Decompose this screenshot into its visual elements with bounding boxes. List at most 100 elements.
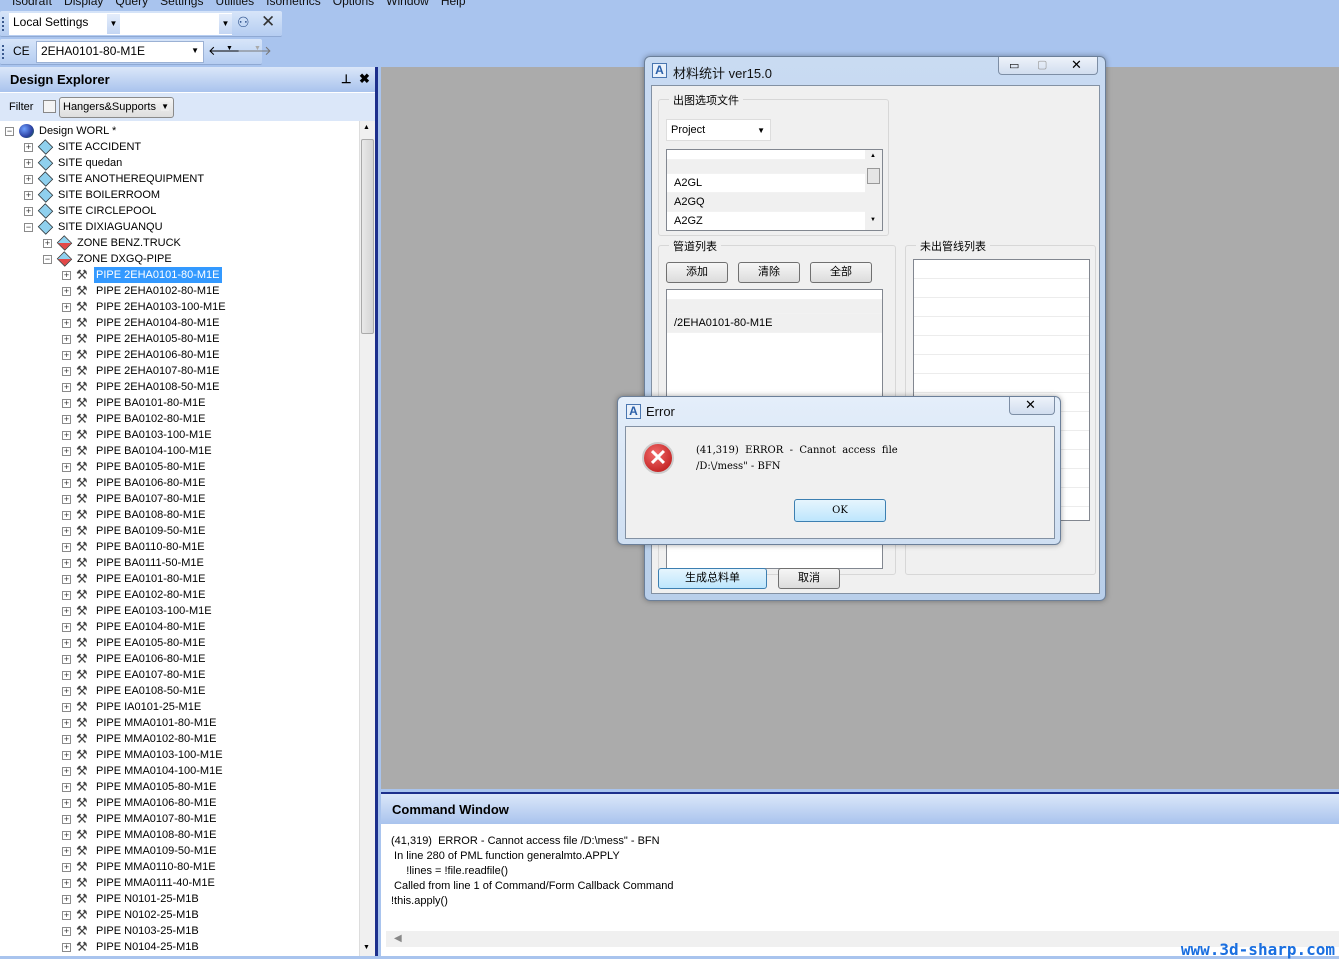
expand-icon[interactable]: + [62, 495, 71, 504]
add-button[interactable]: 添加 [666, 262, 728, 283]
tree-item-pipe[interactable]: + ⚒ PIPE BA0109-50-M1E [0, 523, 359, 539]
tree-item-pipe[interactable]: + ⚒ PIPE 2EHA0101-80-M1E [0, 267, 359, 283]
expand-icon[interactable]: + [62, 511, 71, 520]
settings-combo[interactable]: Local Settings [9, 13, 120, 35]
close-icon[interactable]: ✖ [359, 71, 370, 87]
tree-item-pipe[interactable]: + ⚒ PIPE EA0103-100-M1E [0, 603, 359, 619]
expand-icon[interactable]: + [62, 271, 71, 280]
tree-item-pipe[interactable]: + ⚒ PIPE EA0105-80-M1E [0, 635, 359, 651]
expand-icon[interactable]: + [62, 543, 71, 552]
generate-bom-button[interactable]: 生成总料单 [658, 568, 767, 589]
expand-icon[interactable]: + [24, 175, 33, 184]
search-combo[interactable] [120, 13, 232, 35]
expand-icon[interactable]: + [62, 943, 71, 952]
tree-item-pipe[interactable]: + ⚒ PIPE N0101-25-M1B [0, 891, 359, 907]
tree-item-site[interactable]: + SITE CIRCLEPOOL [0, 203, 359, 219]
tree-item-pipe[interactable]: + ⚒ PIPE 2EHA0106-80-M1E [0, 347, 359, 363]
scroll-thumb[interactable] [867, 168, 880, 184]
tree-item-pipe[interactable]: + ⚒ PIPE MMA0101-80-M1E [0, 715, 359, 731]
expand-icon[interactable]: + [62, 335, 71, 344]
scroll-down-icon[interactable]: ▼ [870, 217, 876, 223]
tree-item-pipe[interactable]: + ⚒ PIPE BA0104-100-M1E [0, 443, 359, 459]
all-button[interactable]: 全部 [810, 262, 872, 283]
tree-item-pipe[interactable]: + ⚒ PIPE 2EHA0103-100-M1E [0, 299, 359, 315]
scroll-left-icon[interactable]: ◀ [394, 933, 402, 944]
expand-icon[interactable]: + [62, 479, 71, 488]
tree-item-zone[interactable]: − ZONE DXGQ-PIPE [0, 251, 359, 267]
expand-icon[interactable]: + [62, 735, 71, 744]
menu-help[interactable]: Help [441, 0, 466, 8]
menu-display[interactable]: Display [64, 0, 103, 8]
menu-utilities[interactable]: Utilities [215, 0, 254, 8]
toolbar-grip[interactable] [2, 17, 4, 31]
scroll-thumb[interactable] [361, 139, 374, 334]
expand-icon[interactable]: + [62, 319, 71, 328]
back-dropdown-icon[interactable]: ▼ [226, 45, 233, 52]
tree-item-pipe[interactable]: + ⚒ PIPE N0104-25-M1B [0, 939, 359, 955]
expand-icon[interactable]: + [62, 447, 71, 456]
tree-item-pipe[interactable]: + ⚒ PIPE MMA0110-80-M1E [0, 859, 359, 875]
expand-icon[interactable]: + [62, 799, 71, 808]
expand-icon[interactable]: + [62, 607, 71, 616]
tree-item-pipe[interactable]: + ⚒ PIPE BA0103-100-M1E [0, 427, 359, 443]
expand-icon[interactable]: + [62, 655, 71, 664]
tree-item-pipe[interactable]: + ⚒ PIPE IA0101-25-M1E [0, 699, 359, 715]
expand-icon[interactable]: + [62, 575, 71, 584]
tree-item-pipe[interactable]: + ⚒ PIPE MMA0102-80-M1E [0, 731, 359, 747]
cancel-button[interactable]: 取消 [778, 568, 840, 589]
expand-icon[interactable]: + [43, 239, 52, 248]
tree-item-site[interactable]: − SITE DIXIAGUANQU [0, 219, 359, 235]
tree-item-pipe[interactable]: + ⚒ PIPE EA0104-80-M1E [0, 619, 359, 635]
expand-icon[interactable]: + [62, 591, 71, 600]
expand-icon[interactable]: + [62, 559, 71, 568]
expand-icon[interactable]: + [62, 815, 71, 824]
list-item-blank[interactable] [667, 160, 882, 174]
expand-icon[interactable]: + [62, 847, 71, 856]
expand-icon[interactable]: + [24, 191, 33, 200]
close-icon[interactable]: ✕ [1025, 397, 1036, 413]
tree-item-pipe[interactable]: + ⚒ PIPE EA0108-50-M1E [0, 683, 359, 699]
list-item[interactable]: A2GL [667, 174, 882, 193]
tree-item-pipe[interactable]: + ⚒ PIPE BA0101-80-M1E [0, 395, 359, 411]
menu-isodraft[interactable]: Isodraft [12, 0, 52, 8]
menu-query[interactable]: Query [115, 0, 148, 8]
expand-icon[interactable]: + [62, 911, 71, 920]
expand-icon[interactable]: + [62, 879, 71, 888]
expand-icon[interactable]: + [62, 623, 71, 632]
tree-item-site[interactable]: + SITE quedan [0, 155, 359, 171]
tree-item-pipe[interactable]: + ⚒ PIPE EA0102-80-M1E [0, 587, 359, 603]
expand-icon[interactable]: + [62, 687, 71, 696]
ce-combo[interactable]: 2EHA0101-80-M1E ▼ [36, 41, 204, 63]
ok-button[interactable]: OK [794, 499, 886, 522]
filter-dropdown[interactable]: Hangers&Supports ▼ [59, 97, 174, 118]
close-icon[interactable]: ✕ [1071, 57, 1082, 73]
expand-icon[interactable]: + [62, 463, 71, 472]
filter-checkbox[interactable] [43, 100, 56, 113]
list-item[interactable] [667, 290, 882, 300]
expand-icon[interactable]: + [62, 399, 71, 408]
expand-icon[interactable]: + [62, 767, 71, 776]
close-button[interactable]: ✕ [1009, 397, 1055, 415]
tree-item-pipe[interactable]: + ⚒ PIPE BA0105-80-M1E [0, 459, 359, 475]
tree-item-pipe[interactable]: + ⚒ PIPE MMA0103-100-M1E [0, 747, 359, 763]
tree-item-pipe[interactable]: + ⚒ PIPE BA0108-80-M1E [0, 507, 359, 523]
settings-dropdown-button[interactable]: ▼ [107, 14, 120, 34]
list-item[interactable]: /2EHA0101-80-M1E [667, 314, 882, 333]
expand-icon[interactable]: + [24, 159, 33, 168]
tree-item-pipe[interactable]: + ⚒ PIPE EA0106-80-M1E [0, 651, 359, 667]
expand-icon[interactable]: + [62, 367, 71, 376]
tree-item-pipe[interactable]: + ⚒ PIPE BA0102-80-M1E [0, 411, 359, 427]
list-item[interactable]: A2GZ [667, 212, 882, 230]
maximize-icon[interactable]: ▢ [1037, 58, 1047, 71]
expand-icon[interactable]: + [62, 431, 71, 440]
tree-item-pipe[interactable]: + ⚒ PIPE N0102-25-M1B [0, 907, 359, 923]
scroll-up-icon[interactable]: ▲ [363, 124, 370, 131]
clear-button[interactable]: 清除 [738, 262, 800, 283]
tree-item-pipe[interactable]: + ⚒ PIPE MMA0106-80-M1E [0, 795, 359, 811]
menu-options[interactable]: Options [333, 0, 374, 8]
forward-dropdown-icon[interactable]: ▼ [254, 45, 261, 52]
expand-icon[interactable]: + [62, 719, 71, 728]
tree-item-pipe[interactable]: + ⚒ PIPE BA0106-80-M1E [0, 475, 359, 491]
command-output[interactable]: (41,319) ERROR - Cannot access file /D:\… [391, 834, 673, 909]
tree-item-pipe[interactable]: + ⚒ PIPE EA0107-80-M1E [0, 667, 359, 683]
